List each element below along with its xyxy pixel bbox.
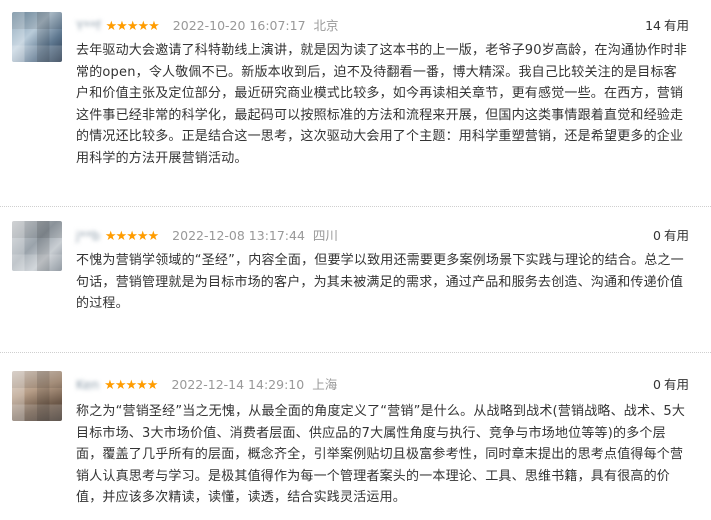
star-rating: ★★★★★ — [104, 378, 158, 393]
review-meta: j**b ★★★★★ 2022-12-08 13:17:44 四川 — [76, 226, 338, 246]
review-meta: Ken ★★★★★ 2022-12-14 14:29:10 上海 — [76, 375, 337, 395]
avatar[interactable] — [12, 371, 62, 421]
useful-count: 0 — [653, 228, 661, 243]
star-rating: ★★★★★ — [105, 19, 160, 34]
star-rating: ★★★★★ — [104, 229, 159, 244]
useful-label: 有用 — [663, 228, 689, 243]
useful-label: 有用 — [663, 18, 689, 33]
username[interactable]: Ken — [76, 375, 99, 395]
username[interactable]: j**b — [76, 226, 100, 246]
review-location: 四川 — [312, 228, 338, 243]
avatar[interactable] — [12, 12, 62, 62]
review-content: 不愧为营销学领域的“圣经”，内容全面，但要学以致用还需要更多案例场景下实践与理论… — [76, 253, 684, 311]
review-date: 2022-10-20 16:07:17 — [172, 18, 306, 33]
review-content: 去年驱动大会邀请了科特勒线上演讲，就是因为读了这本书的上一版，老爷子90岁高龄，… — [76, 43, 687, 166]
useful-label: 有用 — [663, 377, 689, 392]
avatar[interactable] — [12, 221, 62, 271]
review-item: Y**f ★★★★★ 2022-10-20 16:07:17 北京 14 有用 去… — [0, 0, 711, 205]
username[interactable]: Y**f — [76, 16, 101, 36]
review-item: Ken ★★★★★ 2022-12-14 14:29:10 上海 0 有用 称之为… — [0, 353, 711, 520]
review-date: 2022-12-14 14:29:10 — [171, 377, 305, 392]
review-date: 2022-12-08 13:17:44 — [172, 228, 305, 243]
review-location: 北京 — [313, 18, 339, 33]
review-content: 称之为“营销圣经”当之无愧，从最全面的角度定义了“营销”是什么。从战略到战术(营… — [76, 404, 686, 505]
useful-button[interactable]: 0 有用 — [653, 226, 689, 246]
useful-button[interactable]: 14 有用 — [645, 16, 689, 36]
review-meta: Y**f ★★★★★ 2022-10-20 16:07:17 北京 — [76, 16, 339, 36]
review-item: j**b ★★★★★ 2022-12-08 13:17:44 四川 0 有用 不愧… — [0, 207, 711, 351]
useful-count: 0 — [653, 377, 661, 392]
useful-count: 14 — [645, 18, 661, 33]
useful-button[interactable]: 0 有用 — [653, 375, 689, 395]
review-location: 上海 — [312, 377, 338, 392]
